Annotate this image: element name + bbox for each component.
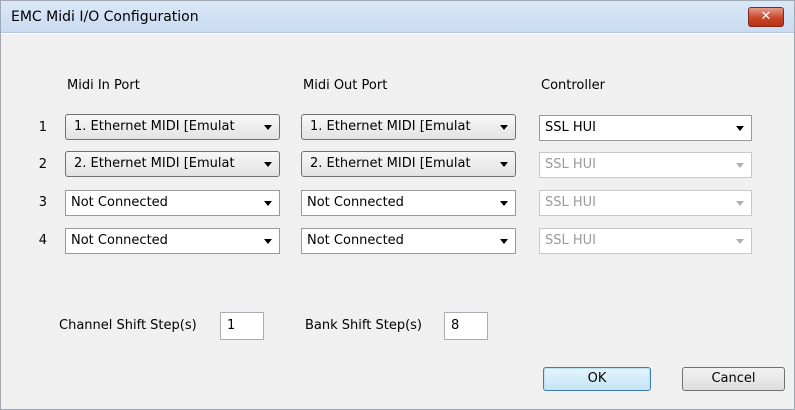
midi-out-select-1[interactable]: 1. Ethernet MIDI [Emulat	[301, 114, 516, 140]
chevron-down-icon	[500, 201, 508, 206]
chevron-down-icon	[500, 239, 508, 244]
controller-value: SSL HUI	[545, 157, 597, 172]
chevron-down-icon	[264, 201, 272, 206]
midi-in-select-1[interactable]: 1. Ethernet MIDI [Emulat	[65, 114, 280, 140]
close-button[interactable]: ✕	[748, 7, 784, 27]
midi-in-value: Not Connected	[71, 195, 168, 210]
chevron-down-icon	[500, 125, 508, 130]
chevron-down-icon	[264, 239, 272, 244]
controller-value: SSL HUI	[545, 120, 597, 135]
chevron-down-icon	[736, 201, 744, 206]
midi-in-value: 2. Ethernet MIDI [Emulat	[74, 156, 235, 171]
midi-in-select-4[interactable]: Not Connected	[65, 228, 280, 254]
chevron-down-icon	[736, 163, 744, 168]
midi-in-value: 1. Ethernet MIDI [Emulat	[74, 119, 235, 134]
header-controller: Controller	[541, 78, 605, 93]
row-number: 3	[38, 195, 47, 210]
midi-out-value: Not Connected	[307, 233, 404, 248]
controller-select-3: SSL HUI	[539, 190, 752, 216]
midi-out-value: 2. Ethernet MIDI [Emulat	[310, 156, 471, 171]
midi-in-select-3[interactable]: Not Connected	[65, 190, 280, 216]
ok-button[interactable]: OK	[543, 367, 651, 391]
controller-select-2: SSL HUI	[539, 152, 752, 178]
row-number: 4	[38, 233, 47, 248]
row-number: 1	[38, 120, 47, 135]
midi-out-select-3[interactable]: Not Connected	[301, 190, 516, 216]
close-icon: ✕	[760, 9, 772, 24]
midi-out-select-2[interactable]: 2. Ethernet MIDI [Emulat	[301, 151, 516, 177]
header-midi-in: Midi In Port	[67, 78, 140, 93]
channel-shift-input[interactable]: 1	[220, 312, 264, 340]
channel-shift-label: Channel Shift Step(s)	[59, 318, 197, 333]
cancel-button[interactable]: Cancel	[682, 367, 785, 391]
midi-out-select-4[interactable]: Not Connected	[301, 228, 516, 254]
midi-out-value: 1. Ethernet MIDI [Emulat	[310, 119, 471, 134]
controller-value: SSL HUI	[545, 233, 597, 248]
midi-in-select-2[interactable]: 2. Ethernet MIDI [Emulat	[65, 151, 280, 177]
chevron-down-icon	[500, 162, 508, 167]
chevron-down-icon	[736, 126, 744, 131]
header-midi-out: Midi Out Port	[303, 78, 388, 93]
row-number: 2	[38, 157, 47, 172]
title-bar[interactable]: EMC Midi I/O Configuration ✕	[1, 1, 794, 33]
midi-out-value: Not Connected	[307, 195, 404, 210]
bank-shift-input[interactable]: 8	[444, 312, 488, 340]
bank-shift-label: Bank Shift Step(s)	[305, 318, 422, 333]
dialog-window: EMC Midi I/O Configuration ✕ Midi In Por…	[0, 0, 795, 410]
window-title: EMC Midi I/O Configuration	[11, 9, 199, 25]
chevron-down-icon	[264, 125, 272, 130]
controller-value: SSL HUI	[545, 195, 597, 210]
chevron-down-icon	[264, 162, 272, 167]
controller-select-1[interactable]: SSL HUI	[539, 115, 752, 141]
controller-select-4: SSL HUI	[539, 228, 752, 254]
chevron-down-icon	[736, 239, 744, 244]
dialog-content: Midi In Port Midi Out Port Controller 1 …	[1, 34, 794, 409]
midi-in-value: Not Connected	[71, 233, 168, 248]
